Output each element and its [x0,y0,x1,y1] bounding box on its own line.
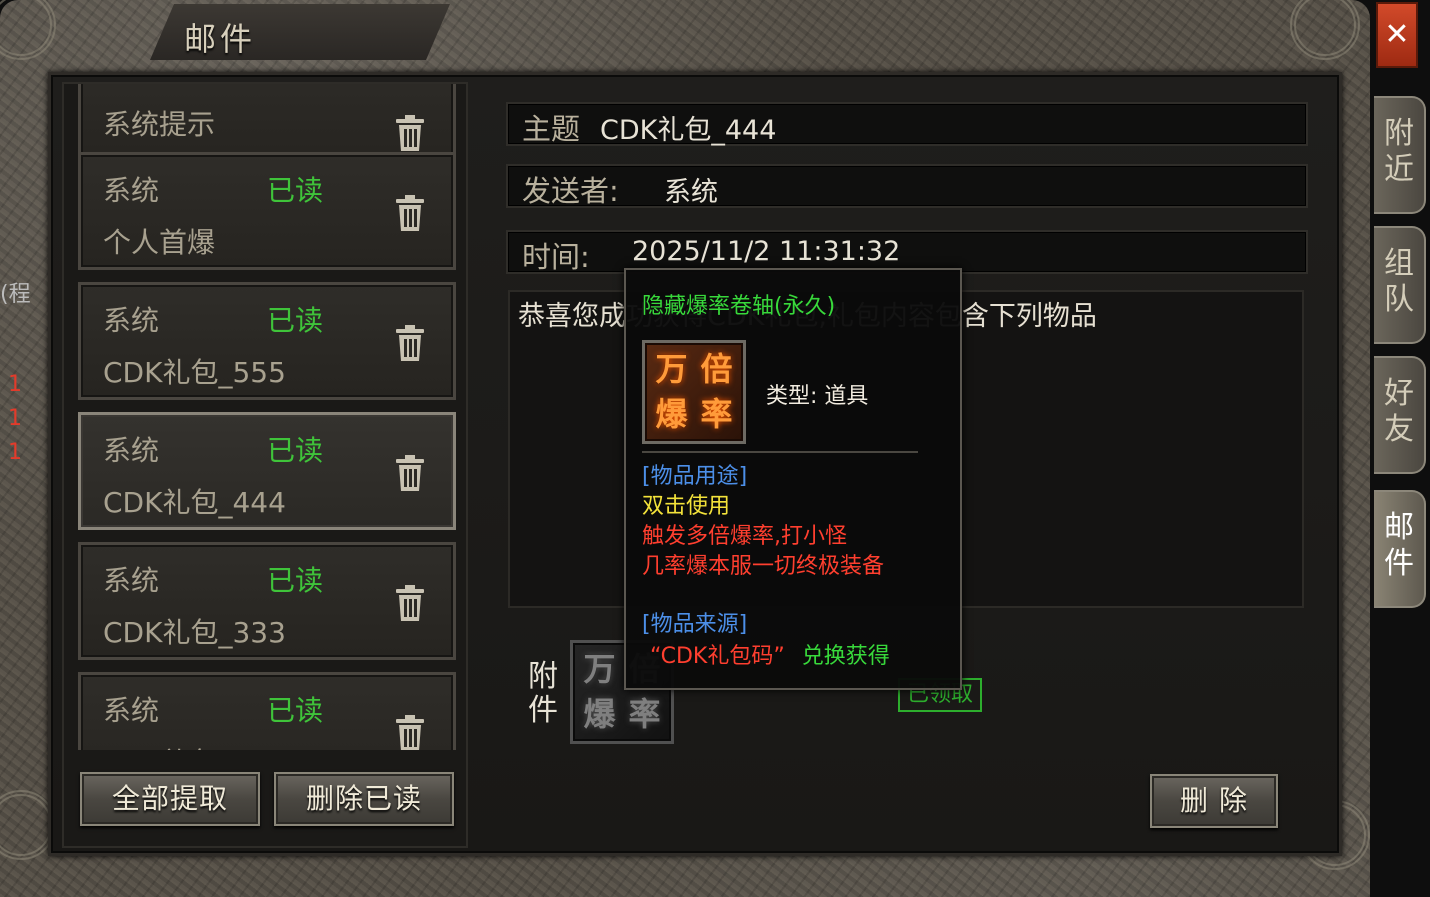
mail-read-status: 已读 [267,434,324,467]
trash-icon[interactable] [393,583,427,623]
mail-read-status: 已读 [267,304,324,337]
left-edge-number: 1 [8,406,22,431]
tab-nearby[interactable]: 附近 [1374,96,1426,214]
sender-label: 发送者: [522,174,619,208]
mail-list-item[interactable]: 系统 已读 个人首爆 [78,152,456,270]
tooltip-item-icon: 万倍 爆率 [642,340,746,444]
left-edge-text: (程 [0,282,31,307]
subject-label: 主题 [522,112,581,146]
tooltip-source-header: [物品来源] [642,612,748,637]
tooltip-source-action: 兑换获得 [801,644,890,669]
tooltip-item-name: 隐藏爆率卷轴(永久) [642,294,836,319]
trash-icon[interactable] [393,113,427,153]
mail-list-item[interactable]: 系统 已读 CDK礼包_222 [78,672,456,750]
mail-sender: 系统 [103,564,160,597]
tooltip-source-code: “CDK礼包码” [650,644,785,669]
tooltip-divider [642,451,918,453]
trash-icon[interactable] [393,193,427,233]
mail-sender: 系统提示 [103,108,216,141]
left-edge-number: 1 [8,440,22,465]
attachment-label: 附件 [528,659,558,728]
tooltip-usage-line: 几率爆本服一切终极装备 [642,554,885,579]
subject-field: 主题 CDK礼包_444 [506,102,1308,146]
trash-icon[interactable] [393,323,427,363]
mail-read-status: 已读 [267,564,324,597]
close-button[interactable]: ✕ [1376,2,1418,68]
tooltip-usage-header: [物品用途] [642,464,748,489]
tooltip-usage-line: 双击使用 [642,494,731,519]
mail-list[interactable]: 系统提示 系统 已读 个人首爆 系统 已读 CDK礼包_555 系统 已读 CD… [70,84,464,750]
left-edge-number: 1 [8,372,22,397]
mail-subject: CDK礼包_555 [103,356,286,389]
sender-value: 系统 [664,177,718,208]
trash-icon[interactable] [393,453,427,493]
time-value: 2025/11/2 11:31:32 [632,236,901,267]
delete-read-button[interactable]: 删除已读 [274,772,454,826]
tab-team[interactable]: 组队 [1374,226,1426,344]
time-label: 时间: [522,240,590,274]
window-title: 邮件 [184,20,257,58]
mail-subject: CDK礼包_333 [103,616,286,649]
tooltip-source-line: “CDK礼包码” 兑换获得 [650,638,890,670]
mail-sender: 系统 [103,434,160,467]
tooltip-usage-line: 触发多倍爆率,打小怪 [642,524,847,549]
mail-subject: 个人首爆 [103,226,216,259]
item-tooltip: 隐藏爆率卷轴(永久) 万倍 爆率 类型: 道具 [物品用途] 双击使用 触发多倍… [624,268,962,690]
sender-field: 发送者: 系统 [506,164,1308,208]
mail-list-item[interactable]: 系统 已读 CDK礼包_333 [78,542,456,660]
collect-all-button[interactable]: 全部提取 [80,772,260,826]
delete-button[interactable]: 删 除 [1150,774,1278,828]
mail-read-status: 已读 [267,694,324,727]
mail-sender: 系统 [103,304,160,337]
mail-list-item-selected[interactable]: 系统 已读 CDK礼包_444 [78,412,456,530]
mail-sender: 系统 [103,174,160,207]
mail-list-item[interactable]: 系统 已读 CDK礼包_555 [78,282,456,400]
mail-sender: 系统 [103,694,160,727]
mail-subject: CDK礼包_444 [103,486,286,519]
mail-read-status: 已读 [267,174,324,207]
tooltip-item-type: 类型: 道具 [766,384,869,409]
tab-friends[interactable]: 好友 [1374,356,1426,474]
mail-subject: CDK礼包_222 [103,741,286,750]
tab-mail[interactable]: 邮件 [1374,490,1426,608]
trash-icon[interactable] [393,713,427,750]
subject-value: CDK礼包_444 [600,115,777,146]
